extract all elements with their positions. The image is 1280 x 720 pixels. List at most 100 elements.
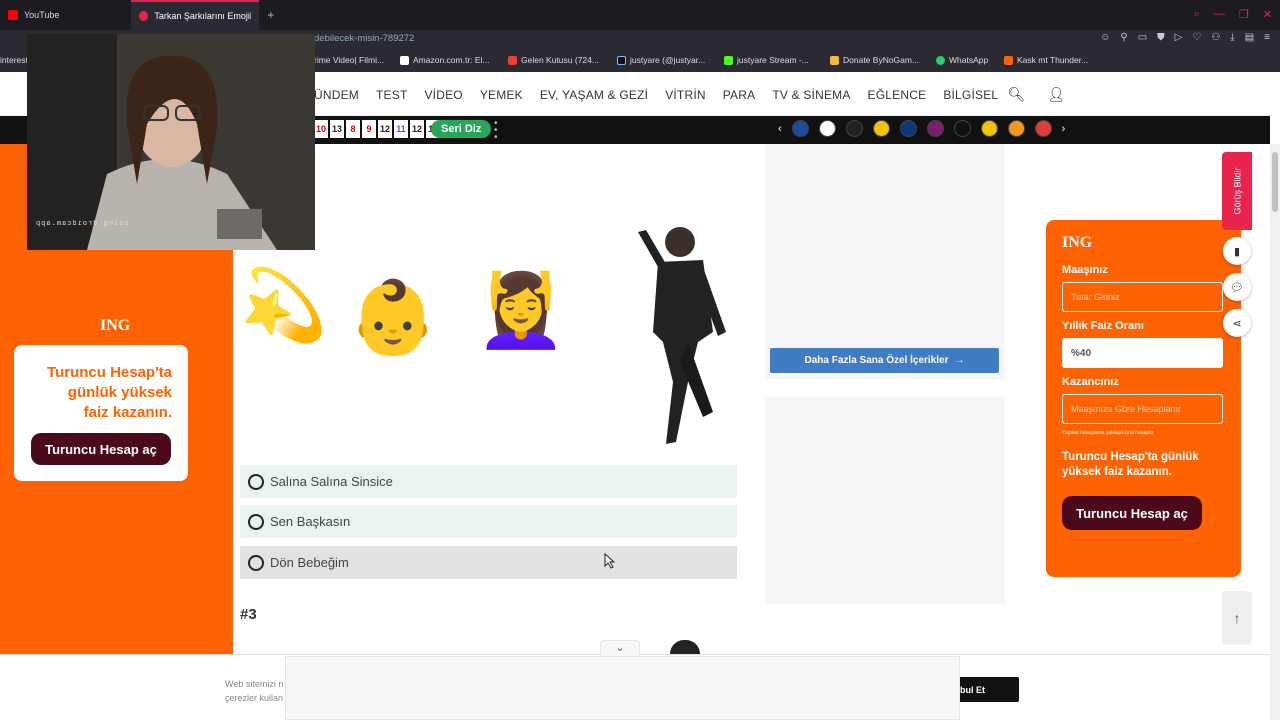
pin-icon[interactable]: ⚲: [1120, 32, 1127, 43]
bookmark-amazon[interactable]: Amazon.com.tr: El...: [400, 55, 490, 65]
mouse-cursor-icon: [604, 553, 616, 569]
earnings-field: Maaşınıza Göre Hesaplanır: [1062, 394, 1223, 424]
browser-tab-bar: YouTube Tarkan Şarkılarını Emojilerl +: [0, 0, 1280, 30]
radio-icon[interactable]: [248, 473, 264, 490]
answer-option[interactable]: Salına Salına Sinsice: [240, 465, 737, 498]
bookmark-tiktok[interactable]: justyare (@justyar...: [617, 55, 705, 65]
kick-icon: [724, 55, 733, 65]
scrollbar[interactable]: [1270, 144, 1280, 720]
menu-item-eglence[interactable]: EĞLENCE: [868, 88, 927, 102]
comments-icon[interactable]: 💬︎: [1223, 273, 1251, 301]
scrollbar-thumb[interactable]: [1272, 152, 1278, 212]
gmail-icon: [508, 55, 517, 65]
close-icon[interactable]: ✕: [1263, 8, 1272, 21]
bookmark-gmail[interactable]: Gelen Kutusu (724...: [508, 55, 599, 65]
scroll-to-top-button[interactable]: ↑: [1222, 591, 1252, 645]
menu-item-ev-yasam[interactable]: EV, YAŞAM & GEZİ: [540, 88, 648, 102]
menu-item-video[interactable]: VİDEO: [424, 88, 462, 102]
partner-logo[interactable]: [980, 120, 998, 137]
minimize-icon[interactable]: —: [1214, 8, 1225, 21]
left-ad-card: Turuncu Hesap'ta günlük yüksek faiz kaza…: [14, 345, 188, 481]
answer-option[interactable]: Sen Başkasın: [240, 505, 737, 538]
menu-item-gundem[interactable]: ÜNDEM: [314, 88, 359, 102]
partner-logo[interactable]: [872, 120, 890, 137]
lotto-numbers: 10 13 8 9 12 11 12 11: [314, 120, 440, 138]
donate-icon: [830, 55, 839, 65]
search-icon[interactable]: ⌕: [1194, 8, 1200, 21]
chevron-left-icon[interactable]: ‹: [778, 123, 782, 135]
cookie-text: Web sitemizi n çerezler kullan: [225, 679, 284, 703]
bottom-ad-banner: [285, 656, 960, 720]
bookmark-whatsapp[interactable]: WhatsApp: [936, 55, 988, 65]
lotto-ball: 11: [394, 120, 408, 138]
arrow-right-icon: →: [954, 355, 965, 366]
webcam-overlay: using droidcam.app: [27, 34, 315, 250]
lotto-ball: 9: [362, 120, 376, 138]
more-dots-icon[interactable]: • • •: [494, 119, 498, 143]
new-tab-icon[interactable]: +: [259, 8, 282, 22]
partner-logo[interactable]: [818, 120, 836, 137]
heart-icon[interactable]: ♡: [1192, 32, 1201, 43]
tab-label: YouTube: [24, 10, 60, 20]
more-content-label: Daha Fazla Sana Özel İçerikler: [804, 355, 949, 366]
feedback-button[interactable]: Görüş Bildir: [1222, 152, 1252, 230]
amazon-icon: [400, 55, 409, 65]
radio-icon[interactable]: [248, 554, 264, 571]
singer-photo: [638, 227, 726, 444]
seri-diz-button[interactable]: Seri Diz: [431, 120, 492, 138]
search-icon[interactable]: 🔍︎: [1007, 86, 1025, 103]
tab-quiz[interactable]: Tarkan Şarkılarını Emojilerl: [131, 0, 260, 30]
url-text[interactable]: debilecek-misin-789272: [314, 33, 414, 44]
answer-option-hovered[interactable]: Dön Bebeğim: [240, 546, 737, 579]
more-content-button[interactable]: Daha Fazla Sana Özel İçerikler →: [770, 348, 999, 373]
menu-item-bilgisel[interactable]: BİLGİSEL: [943, 88, 998, 102]
partner-logo[interactable]: [1007, 120, 1025, 137]
bookmark-icon[interactable]: ▮: [1223, 237, 1251, 265]
restore-icon[interactable]: ❐: [1239, 8, 1249, 21]
salary-input[interactable]: Tutar Giriniz: [1062, 282, 1223, 312]
bookmark-prime-video[interactable]: rime Video| Filmi...: [314, 55, 384, 65]
user-icon[interactable]: 👤︎: [1047, 86, 1065, 103]
partner-logo[interactable]: [953, 120, 971, 137]
answer-label: Salına Salına Sinsice: [270, 474, 393, 489]
profile-icon[interactable]: ⚇: [1211, 32, 1220, 43]
menu-item-para[interactable]: PARA: [723, 88, 756, 102]
shield-icon[interactable]: ⛊: [1157, 32, 1165, 43]
share-icon[interactable]: ⋖: [1223, 309, 1251, 337]
earnings-label: Kazancınız: [1062, 376, 1119, 388]
partner-logo[interactable]: [1034, 120, 1052, 137]
baby-emoji: 👶: [348, 278, 438, 358]
salary-label: Maaşınız: [1062, 264, 1108, 276]
radio-icon[interactable]: [248, 513, 264, 530]
emoji-clue-image: 💫 👶 💆‍♀️: [240, 150, 740, 460]
answer-label: Sen Başkasın: [270, 514, 351, 529]
partner-logo[interactable]: [926, 120, 944, 137]
window-icon[interactable]: ▭: [1138, 32, 1147, 43]
stack-icon[interactable]: ▤: [1245, 32, 1254, 43]
menu-icon[interactable]: ≡: [1264, 32, 1270, 43]
lotto-ball: 10: [314, 120, 328, 138]
menu-item-test[interactable]: TEST: [376, 88, 407, 102]
menu-item-vitrin[interactable]: VİTRİN: [665, 88, 706, 102]
bookmark-kick[interactable]: justyare Stream -...: [724, 55, 809, 65]
bookmark-kask[interactable]: Kask mt Thunder...: [1004, 55, 1088, 65]
download-icon[interactable]: ⤓: [1230, 32, 1234, 43]
partner-logo[interactable]: [899, 120, 917, 137]
bookmark-pinterest[interactable]: interest: [0, 55, 28, 65]
open-account-button[interactable]: Turuncu Hesap aç: [1062, 496, 1202, 530]
tab-youtube[interactable]: YouTube: [0, 0, 67, 30]
ing-logo: ING: [1062, 234, 1093, 251]
menu-item-yemek[interactable]: YEMEK: [480, 88, 523, 102]
extension-icon[interactable]: ☺: [1100, 32, 1110, 43]
rate-field[interactable]: %40: [1062, 338, 1223, 368]
partner-logo[interactable]: [791, 120, 809, 137]
ing-logo: ING: [100, 317, 131, 334]
lotto-ball: 8: [346, 120, 360, 138]
menu-item-tv-sinema[interactable]: TV & SİNEMA: [772, 88, 850, 102]
partner-logo[interactable]: [845, 120, 863, 137]
play-icon[interactable]: ▷: [1175, 32, 1183, 43]
calculation-note: Yapılan hesaplama yaklaşık brüt hesaptır…: [1062, 430, 1155, 436]
open-account-button[interactable]: Turuncu Hesap aç: [31, 433, 171, 465]
bookmark-bynogame[interactable]: Donate ByNoGam...: [830, 55, 919, 65]
chevron-right-icon[interactable]: ›: [1062, 123, 1066, 135]
